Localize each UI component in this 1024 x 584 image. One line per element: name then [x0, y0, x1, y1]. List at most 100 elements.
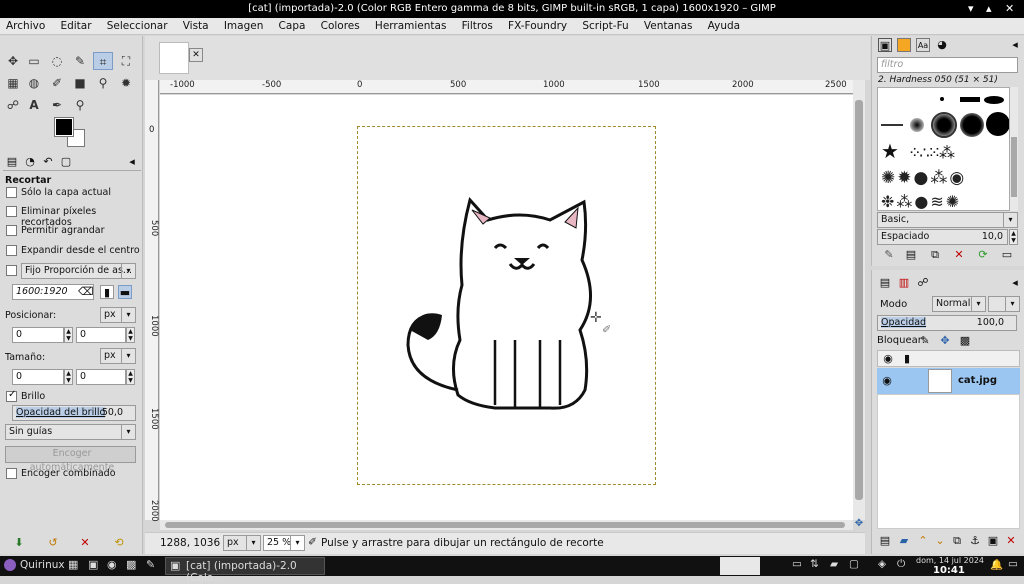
terminal-icon[interactable]: ▣: [88, 558, 98, 571]
menu-script-fu[interactable]: Script-Fu: [576, 18, 634, 34]
menu-imagen[interactable]: Imagen: [218, 18, 270, 34]
mask-layer-icon[interactable]: ▣: [986, 534, 1000, 548]
raise-layer-icon[interactable]: ⌃: [916, 534, 930, 548]
new-group-icon[interactable]: ▰: [897, 534, 911, 548]
browser-icon[interactable]: ◉: [107, 558, 117, 571]
file-manager-icon[interactable]: ▦: [68, 558, 78, 571]
editor-icon[interactable]: ✎: [146, 558, 155, 571]
delete-layer-icon[interactable]: ✕: [1004, 534, 1018, 548]
expand-center-checkbox[interactable]: [6, 245, 17, 256]
brush-preset-select[interactable]: Basic, ▾: [877, 212, 1018, 228]
images-tab-icon[interactable]: ▢: [59, 155, 73, 169]
configure-tab-icon[interactable]: ◂: [1008, 38, 1022, 52]
brush-item[interactable]: [986, 112, 1009, 136]
clear-field-icon[interactable]: ⌫: [78, 285, 94, 299]
move-tool-icon[interactable]: ✥: [3, 52, 23, 70]
media-icon[interactable]: ▩: [126, 558, 136, 571]
menu-colores[interactable]: Colores: [315, 18, 366, 34]
brush-item[interactable]: [881, 124, 903, 126]
size-h-spinner[interactable]: ▲ ▼: [126, 369, 135, 385]
brush-grid-scrollbar[interactable]: [1010, 87, 1018, 211]
position-y-input[interactable]: 0: [76, 327, 126, 343]
delete-brush-icon[interactable]: ✕: [952, 248, 966, 262]
brushes-tab-icon[interactable]: ▣: [878, 38, 892, 52]
portrait-icon[interactable]: ▮: [100, 285, 114, 299]
new-brush-icon[interactable]: ▤: [904, 248, 918, 262]
size-unit-select[interactable]: px ▾: [100, 348, 136, 364]
shrink-merged-checkbox[interactable]: [6, 468, 17, 479]
configure-tab-icon[interactable]: ◂: [125, 155, 139, 169]
minimize-icon[interactable]: ▾: [968, 0, 974, 18]
pencil-icon[interactable]: ✐: [47, 74, 67, 92]
close-tab-icon[interactable]: ✕: [189, 48, 203, 62]
tray-chat-icon[interactable]: ▢: [849, 558, 859, 570]
device-status-icon[interactable]: ◔: [23, 155, 37, 169]
tray-power-icon[interactable]: ⏻: [897, 558, 905, 571]
patterns-tab-icon[interactable]: [897, 38, 911, 52]
transform-icon[interactable]: ⛶: [116, 52, 136, 70]
menu-herramientas[interactable]: Herramientas: [369, 18, 453, 34]
close-icon[interactable]: ✕: [1005, 0, 1014, 18]
auto-shrink-button[interactable]: Encoger automáticamente: [5, 446, 136, 473]
brush-item[interactable]: [910, 118, 924, 132]
start-button[interactable]: Quirinux: [20, 559, 65, 571]
eraser-icon[interactable]: ■: [70, 74, 90, 92]
navigate-icon[interactable]: ✥: [853, 518, 865, 530]
canvas-area[interactable]: ✛ ✐: [160, 95, 853, 520]
position-x-spinner[interactable]: ▲ ▼: [64, 327, 73, 343]
fixed-mode-select[interactable]: Fijo Proporción de as... ▾: [21, 263, 136, 279]
color-picker-icon[interactable]: ✒: [47, 96, 67, 114]
configure-tab-icon[interactable]: ◂: [1008, 276, 1022, 290]
menu-editar[interactable]: Editar: [54, 18, 97, 34]
brush-item[interactable]: [931, 112, 957, 138]
layer-row[interactable]: ◉ cat.jpg: [877, 368, 1020, 394]
edit-brush-icon[interactable]: ✎: [882, 248, 896, 262]
refresh-brushes-icon[interactable]: ⟳: [976, 248, 990, 262]
size-w-input[interactable]: 0: [12, 369, 64, 385]
lock-alpha-icon[interactable]: ▩: [958, 334, 972, 348]
text-tool-icon[interactable]: A: [24, 96, 44, 114]
lock-pixels-icon[interactable]: ✎: [918, 334, 932, 348]
tray-app-icon[interactable]: ▭: [792, 558, 802, 570]
texture-brush-icon[interactable]: ✺✹●⁂◉: [881, 168, 966, 188]
menu-filtros[interactable]: Filtros: [456, 18, 499, 34]
notification-bell-icon[interactable]: 🔔: [990, 558, 1003, 571]
delete-cropped-checkbox[interactable]: [6, 206, 17, 217]
brush-filter-input[interactable]: filtro: [877, 57, 1018, 73]
warp-icon[interactable]: ◍: [24, 74, 44, 92]
brush-item[interactable]: [960, 97, 980, 102]
fuzzy-select-icon[interactable]: ✎: [70, 52, 90, 70]
image-canvas[interactable]: ✛ ✐: [160, 95, 853, 520]
spacing-spinner[interactable]: ▲ ▼: [1009, 229, 1018, 245]
menu-ayuda[interactable]: Ayuda: [702, 18, 746, 34]
fonts-tab-icon[interactable]: Aa: [916, 38, 930, 52]
guides-select[interactable]: Sin guías ▾: [5, 424, 136, 440]
foreground-color[interactable]: [54, 117, 74, 137]
start-menu-icon[interactable]: [4, 559, 16, 571]
allow-growing-checkbox[interactable]: [6, 225, 17, 236]
mode-switch-select[interactable]: ▾: [988, 296, 1020, 312]
brush-grid[interactable]: ★ ⁘∴⁙⁂ ✺✹●⁂◉ ❉⁂●≋✺: [877, 87, 1010, 211]
lasso-icon[interactable]: ◌: [47, 52, 67, 70]
menu-fx-foundry[interactable]: FX-Foundry: [502, 18, 573, 34]
layers-tab-icon[interactable]: ▤: [878, 276, 892, 290]
tool-options-tab-icon[interactable]: ▤: [5, 155, 19, 169]
menu-seleccionar[interactable]: Seleccionar: [101, 18, 174, 34]
image-tab-thumbnail[interactable]: [159, 42, 189, 74]
duplicate-brush-icon[interactable]: ⧉: [928, 248, 942, 262]
position-x-input[interactable]: 0: [12, 327, 64, 343]
highlight-checkbox[interactable]: [6, 389, 17, 402]
tray-volume-icon[interactable]: ◈: [878, 558, 886, 570]
splatter-brush-icon[interactable]: ⁘∴⁙⁂: [908, 143, 955, 162]
path-icon[interactable]: ☍: [3, 96, 23, 114]
vertical-scrollbar[interactable]: [853, 80, 865, 520]
smudge-icon[interactable]: ✹: [116, 74, 136, 92]
restore-options-icon[interactable]: ↺: [46, 536, 60, 550]
horizontal-scrollbar-thumb[interactable]: [165, 522, 845, 528]
new-layer-icon[interactable]: ▤: [878, 534, 892, 548]
star-brush-icon[interactable]: ★: [881, 139, 899, 163]
tray-network-icon[interactable]: ⇅: [810, 558, 819, 570]
current-layer-only-checkbox[interactable]: [6, 187, 17, 198]
zoom-icon[interactable]: ⚲: [70, 96, 90, 114]
delete-options-icon[interactable]: ✕: [78, 536, 92, 550]
